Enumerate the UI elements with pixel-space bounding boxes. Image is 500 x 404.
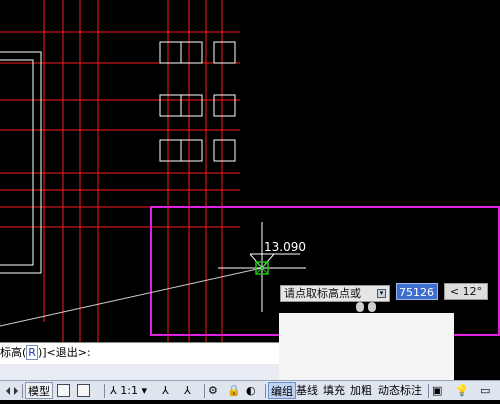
group-toggle[interactable]: 编组 <box>268 382 296 399</box>
annotation-scale[interactable]: ⅄ 1:1 ▾ <box>110 382 147 399</box>
model-tab[interactable]: 模型 <box>25 382 53 399</box>
options-arrow-icon[interactable]: ▾ <box>377 289 386 298</box>
layout-2-icon[interactable] <box>77 384 90 397</box>
tray-settings-icon[interactable]: ▣ <box>432 382 442 399</box>
command-history <box>0 364 279 380</box>
command-line[interactable]: 标高(R)]<退出>: <box>0 342 279 364</box>
bold-toggle[interactable]: 加粗 <box>348 382 374 399</box>
lightbulb-icon[interactable]: 💡 <box>455 382 469 399</box>
baseline-toggle[interactable]: 基线 <box>294 382 320 399</box>
scale-value: 1:1 <box>120 384 138 397</box>
annotation-visibility-icon[interactable]: ⅄ <box>162 382 169 399</box>
fullscreen-icon[interactable]: ▭ <box>480 382 490 399</box>
cursor-blob <box>356 302 364 312</box>
auto-scale-icon[interactable]: ⅄ <box>184 382 191 399</box>
window-symbol <box>213 139 236 162</box>
inner-wall <box>0 59 34 266</box>
window-symbol <box>213 41 236 64</box>
outer-wall <box>0 51 42 274</box>
cursor-blob <box>368 302 376 312</box>
chevron-down-icon: ▾ <box>141 384 147 397</box>
dynamic-prompt: 请点取标高点或 ▾ <box>280 285 390 302</box>
window-symbols <box>159 41 236 162</box>
isolate-icon[interactable]: ◐ <box>246 382 256 399</box>
axis-grid <box>0 0 240 342</box>
prompt-text: 请点取标高点或 <box>284 287 361 300</box>
lock-icon[interactable]: 🔒 <box>227 382 241 399</box>
workspace-gear-icon[interactable]: ⚙ <box>208 382 218 399</box>
dynamic-annotation-toggle[interactable]: 动态标注 <box>376 382 424 399</box>
building-outline <box>0 51 42 274</box>
status-bar: 模型 ⅄ 1:1 ▾ ⅄ ⅄ ⚙ 🔒 ◐ 编组 基线 填充 加粗 动态标注 ▣ … <box>0 380 500 400</box>
layout-icon[interactable] <box>57 384 70 397</box>
drawing-canvas[interactable]: 13.090 请点取标高点或 ▾ 75126 < 12° <box>0 0 500 342</box>
fill-toggle[interactable]: 填充 <box>321 382 347 399</box>
command-prefix: 标高 <box>0 346 22 359</box>
window-symbol <box>213 94 236 117</box>
status-arrows <box>2 382 22 399</box>
elevation-text: 13.090 <box>264 240 306 254</box>
angle-field[interactable]: < 12° <box>444 283 488 300</box>
scale-icon: ⅄ <box>110 384 117 397</box>
rubber-band-line <box>0 267 263 327</box>
option-key[interactable]: R <box>26 345 38 360</box>
elevation-marker <box>249 253 300 269</box>
command-suffix: ]<退出>: <box>42 346 91 359</box>
elevation-input[interactable]: 75126 <box>396 283 438 300</box>
